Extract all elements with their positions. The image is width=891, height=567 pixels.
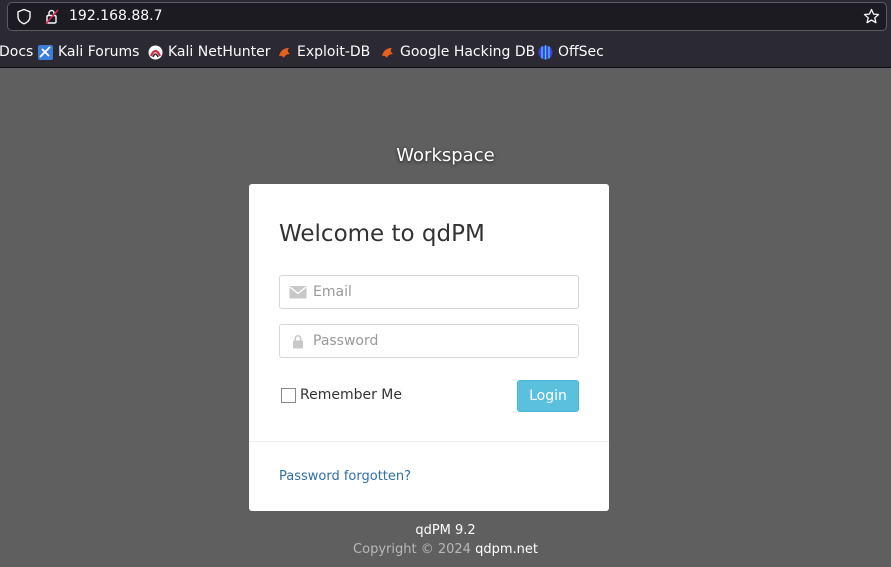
bookmark-exploit-db[interactable]: Exploit-DB <box>277 43 370 61</box>
browser-toolbar: 192.168.88.7 <box>0 0 891 34</box>
bookmarks-toolbar: Docs Kali Forums Kali NetHunter Exploit-… <box>0 34 891 68</box>
page-title: Welcome to qdPM <box>279 221 485 247</box>
bookmark-label: Kali Forums <box>58 44 140 60</box>
bookmark-offsec[interactable]: OffSec <box>538 43 604 61</box>
bookmark-kali-forums[interactable]: Kali Forums <box>38 43 139 61</box>
app-version: qdPM 9.2 <box>415 523 476 538</box>
password-forgotten-link[interactable]: Password forgotten? <box>279 469 411 484</box>
lock-icon <box>293 335 303 349</box>
remember-me-checkbox[interactable] <box>281 387 296 403</box>
email-field[interactable] <box>279 275 579 309</box>
kali-nethunter-icon <box>148 45 163 59</box>
copyright: Copyright © 2024 qdpm.net <box>0 542 891 557</box>
url-bar[interactable]: 192.168.88.7 <box>7 2 887 31</box>
login-card: Welcome to qdPM Remember Me Login Passwo… <box>249 184 609 511</box>
bookmark-label: Docs <box>0 44 34 60</box>
bookmark-star-icon[interactable] <box>863 8 880 25</box>
login-button[interactable]: Login <box>517 380 579 412</box>
card-divider <box>249 441 609 442</box>
url-text[interactable]: 192.168.88.7 <box>69 8 163 24</box>
password-field[interactable] <box>279 324 579 358</box>
workspace-title: Workspace <box>396 145 495 166</box>
bookmark-label: Kali NetHunter <box>168 44 271 60</box>
remember-me[interactable]: Remember Me <box>281 387 402 403</box>
email-input[interactable] <box>313 276 573 308</box>
qdpm-link[interactable]: qdpm.net <box>475 542 538 557</box>
bookmark-kali-nethunter[interactable]: Kali NetHunter <box>148 43 270 61</box>
remember-me-label: Remember Me <box>300 387 402 403</box>
exploit-db-icon <box>279 47 290 58</box>
password-input[interactable] <box>313 325 573 357</box>
envelope-icon <box>289 286 307 299</box>
insecure-lock-icon[interactable] <box>44 8 60 25</box>
bookmark-label: Exploit-DB <box>297 44 371 60</box>
bookmark-google-hacking-db[interactable]: Google Hacking DB <box>380 43 535 61</box>
bookmark-label: Google Hacking DB <box>400 44 536 60</box>
shield-icon[interactable] <box>16 8 32 25</box>
copyright-text: Copyright © 2024 <box>353 542 471 557</box>
kali-forums-icon <box>38 44 53 60</box>
offsec-icon <box>538 45 553 59</box>
bookmark-label: OffSec <box>558 44 604 60</box>
exploit-db-icon <box>382 47 393 58</box>
bookmark-docs[interactable]: Docs <box>0 43 33 61</box>
